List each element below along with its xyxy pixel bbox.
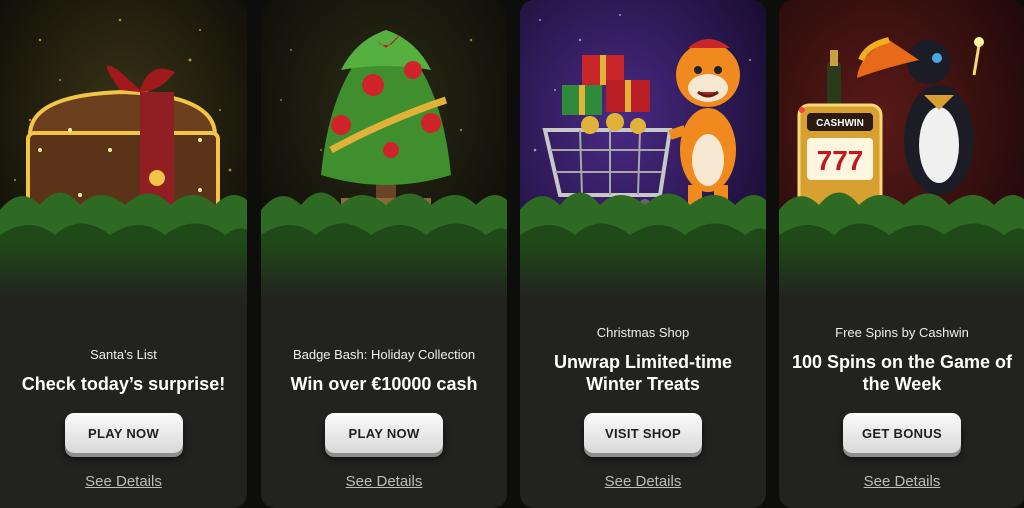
promo-title-line1: 100 Spins on the Game of [791,352,1013,372]
visit-shop-button[interactable]: VISIT SHOP [584,413,702,453]
promo-card-christmas-shop[interactable]: Christmas Shop Unwrap Limited-time Winte… [520,0,766,508]
slot-digits-text: 777 [817,145,864,176]
treasure-chest-illustration [0,0,247,300]
promo-subtitle: Badge Bash: Holiday Collection [292,347,476,362]
promo-title: Check today’s surprise! [21,374,226,394]
promo-card-free-spins[interactable]: CASHWIN 777 Free Spins by Cashwin 100 Sp… [779,0,1024,508]
palm-christmas-tree-illustration [261,0,507,300]
play-now-button[interactable]: PLAY NOW [64,413,183,453]
see-details-link[interactable]: See Details [0,473,247,490]
promo-title-line2: Winter Treats [586,374,700,394]
promo-title: Win over €10000 cash [290,374,478,394]
promo-carousel: Santa's List Check today’s surprise! PLA… [0,0,1024,508]
see-details-link[interactable]: See Details [261,473,507,490]
get-bonus-button[interactable]: GET BONUS [843,413,961,453]
promo-title-line2: the Week [862,374,942,394]
see-details-link[interactable]: See Details [779,473,1024,490]
promo-card-santas-list[interactable]: Santa's List Check today’s surprise! PLA… [0,0,247,508]
toucan-slot-machine-illustration: CASHWIN 777 [779,0,1024,300]
promo-subtitle: Christmas Shop [596,325,690,340]
tiger-shopping-cart-illustration [520,0,766,300]
promo-subtitle: Free Spins by Cashwin [835,325,969,340]
promo-subtitle: Santa's List [90,347,157,362]
promo-card-badge-bash[interactable]: Badge Bash: Holiday Collection Win over … [261,0,507,508]
play-now-button[interactable]: PLAY NOW [325,413,443,453]
promo-title-line1: Unwrap Limited-time [553,352,732,372]
slot-sign-text: CASHWIN [816,118,864,129]
see-details-link[interactable]: See Details [520,473,766,490]
